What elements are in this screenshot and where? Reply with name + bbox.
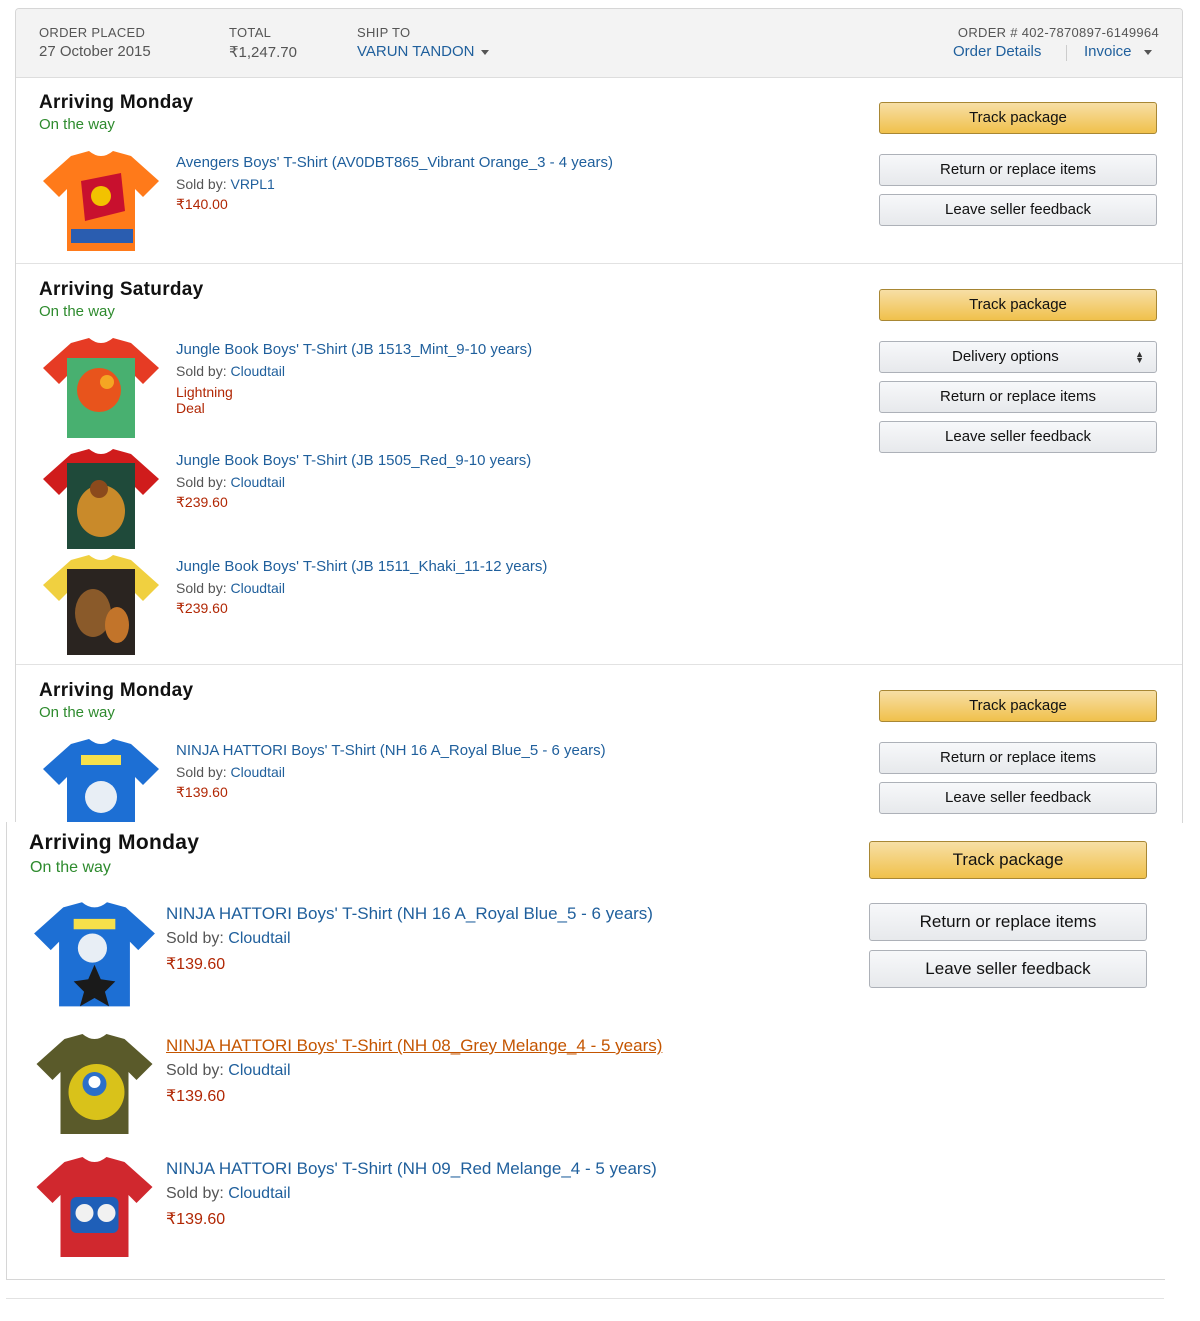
return-replace-button[interactable]: Return or replace items: [879, 381, 1157, 413]
sold-by-label: Sold by:: [176, 474, 227, 490]
seller-link[interactable]: Cloudtail: [228, 930, 290, 947]
order-header: ORDER PLACED 27 October 2015 TOTAL ₹1,24…: [16, 9, 1182, 78]
chevron-down-icon: [1143, 49, 1152, 55]
item-price: ₹139.60: [166, 1211, 226, 1228]
shipment-status: On the way: [39, 303, 115, 320]
product-title-link[interactable]: NINJA HATTORI Boys' T-Shirt (NH 09_Red M…: [166, 1159, 657, 1179]
seller-link[interactable]: VRPL1: [230, 176, 274, 192]
track-package-button[interactable]: Track package: [879, 102, 1157, 134]
seller-link[interactable]: Cloudtail: [230, 474, 284, 490]
product-image-blue-tshirt[interactable]: [32, 902, 157, 1017]
link-separator: [1066, 45, 1067, 61]
product-image-grey-melange-tshirt[interactable]: [32, 1034, 157, 1144]
shipment-status: On the way: [39, 116, 115, 133]
track-package-button[interactable]: Track package: [869, 841, 1147, 879]
product-title-link[interactable]: NINJA HATTORI Boys' T-Shirt (NH 16 A_Roy…: [166, 904, 653, 924]
product-image-red-tshirt[interactable]: [41, 449, 161, 559]
total-value: ₹1,247.70: [229, 44, 297, 61]
leave-feedback-button[interactable]: Leave seller feedback: [869, 950, 1147, 988]
shipment-title: Arriving Monday: [39, 680, 194, 701]
seller-link[interactable]: Cloudtail: [230, 764, 284, 780]
sold-by: Sold by: Cloudtail: [166, 1185, 291, 1203]
leave-feedback-button[interactable]: Leave seller feedback: [879, 194, 1157, 226]
sold-by: Sold by: Cloudtail: [166, 1062, 291, 1080]
shipment-4: Arriving Monday On the way Track package…: [6, 822, 1165, 1280]
shipment-3: Arriving Monday On the way Track package…: [16, 665, 1182, 823]
chevron-down-icon: [480, 49, 489, 55]
sold-by-label: Sold by:: [166, 1185, 224, 1202]
shipment-title: Arriving Saturday: [39, 279, 204, 300]
lightning-deal-badge: Lightning Deal: [176, 384, 233, 416]
sold-by-label: Sold by:: [166, 1062, 224, 1079]
sold-by: Sold by: VRPL1: [176, 176, 275, 192]
product-title-link[interactable]: NINJA HATTORI Boys' T-Shirt (NH 16 A_Roy…: [176, 742, 606, 759]
return-replace-button[interactable]: Return or replace items: [869, 903, 1147, 941]
ship-to-name: VARUN TANDON: [357, 43, 475, 60]
product-image-blue-tshirt[interactable]: [41, 739, 161, 823]
delivery-options-label: Delivery options: [952, 348, 1059, 365]
total-label: TOTAL: [229, 25, 272, 40]
return-replace-button[interactable]: Return or replace items: [879, 154, 1157, 186]
product-title-link[interactable]: Jungle Book Boys' T-Shirt (JB 1505_Red_9…: [176, 452, 531, 469]
item-price: ₹239.60: [176, 494, 228, 510]
seller-link[interactable]: Cloudtail: [228, 1185, 290, 1202]
up-down-arrows-icon: ▲ ▼: [1135, 349, 1144, 365]
sold-by-label: Sold by:: [176, 580, 227, 596]
sold-by: Sold by: Cloudtail: [176, 474, 285, 490]
footer-divider: [6, 1298, 1164, 1299]
return-replace-button[interactable]: Return or replace items: [879, 742, 1157, 774]
track-package-button[interactable]: Track package: [879, 690, 1157, 722]
seller-link[interactable]: Cloudtail: [228, 1062, 290, 1079]
sold-by-label: Sold by:: [166, 930, 224, 947]
shipment-title: Arriving Monday: [29, 831, 200, 854]
invoice-label: Invoice: [1084, 43, 1132, 60]
seller-link[interactable]: Cloudtail: [230, 363, 284, 379]
invoice-dropdown[interactable]: Invoice: [1084, 43, 1152, 60]
shipment-status: On the way: [30, 859, 111, 876]
order-number: ORDER # 402-7870897-6149964: [957, 25, 1159, 40]
sold-by: Sold by: Cloudtail: [176, 764, 285, 780]
sold-by-label: Sold by:: [176, 363, 227, 379]
shipment-1: Arriving Monday On the way Track package…: [16, 77, 1182, 263]
item-price: ₹139.60: [166, 1088, 226, 1105]
leave-feedback-button[interactable]: Leave seller feedback: [879, 782, 1157, 814]
item-price: ₹139.60: [176, 784, 228, 800]
item-price: ₹140.00: [176, 196, 228, 212]
track-package-button[interactable]: Track package: [879, 289, 1157, 321]
shipment-title: Arriving Monday: [39, 92, 194, 113]
order-card: ORDER PLACED 27 October 2015 TOTAL ₹1,24…: [15, 8, 1183, 823]
product-title-link[interactable]: Avengers Boys' T-Shirt (AV0DBT865_Vibran…: [176, 154, 613, 171]
product-image-khaki-tshirt[interactable]: [41, 555, 161, 665]
product-title-link[interactable]: NINJA HATTORI Boys' T-Shirt (NH 08_Grey …: [166, 1036, 662, 1056]
sold-by: Sold by: Cloudtail: [176, 363, 285, 379]
product-title-link[interactable]: Jungle Book Boys' T-Shirt (JB 1511_Khaki…: [176, 558, 547, 575]
sold-by: Sold by: Cloudtail: [166, 930, 291, 948]
sold-by-label: Sold by:: [176, 764, 227, 780]
order-details-link[interactable]: Order Details: [953, 43, 1041, 60]
order-placed-date: 27 October 2015: [39, 43, 151, 60]
order-placed-label: ORDER PLACED: [39, 25, 146, 40]
delivery-options-select[interactable]: Delivery options ▲ ▼: [879, 341, 1157, 373]
item-price: ₹139.60: [166, 956, 226, 973]
ship-to-dropdown[interactable]: VARUN TANDON: [357, 43, 489, 60]
product-title-link[interactable]: Jungle Book Boys' T-Shirt (JB 1513_Mint_…: [176, 341, 532, 358]
shipment-2: Arriving Saturday On the way Track packa…: [16, 264, 1182, 664]
seller-link[interactable]: Cloudtail: [230, 580, 284, 596]
sold-by: Sold by: Cloudtail: [176, 580, 285, 596]
item-price: ₹239.60: [176, 600, 228, 616]
sold-by-label: Sold by:: [176, 176, 227, 192]
product-image-orange-tshirt[interactable]: [41, 151, 161, 261]
product-image-mint-tshirt[interactable]: [41, 338, 161, 448]
product-image-red-melange-tshirt[interactable]: [32, 1157, 157, 1267]
ship-to-label: SHIP TO: [357, 25, 411, 40]
shipment-status: On the way: [39, 704, 115, 721]
leave-feedback-button[interactable]: Leave seller feedback: [879, 421, 1157, 453]
